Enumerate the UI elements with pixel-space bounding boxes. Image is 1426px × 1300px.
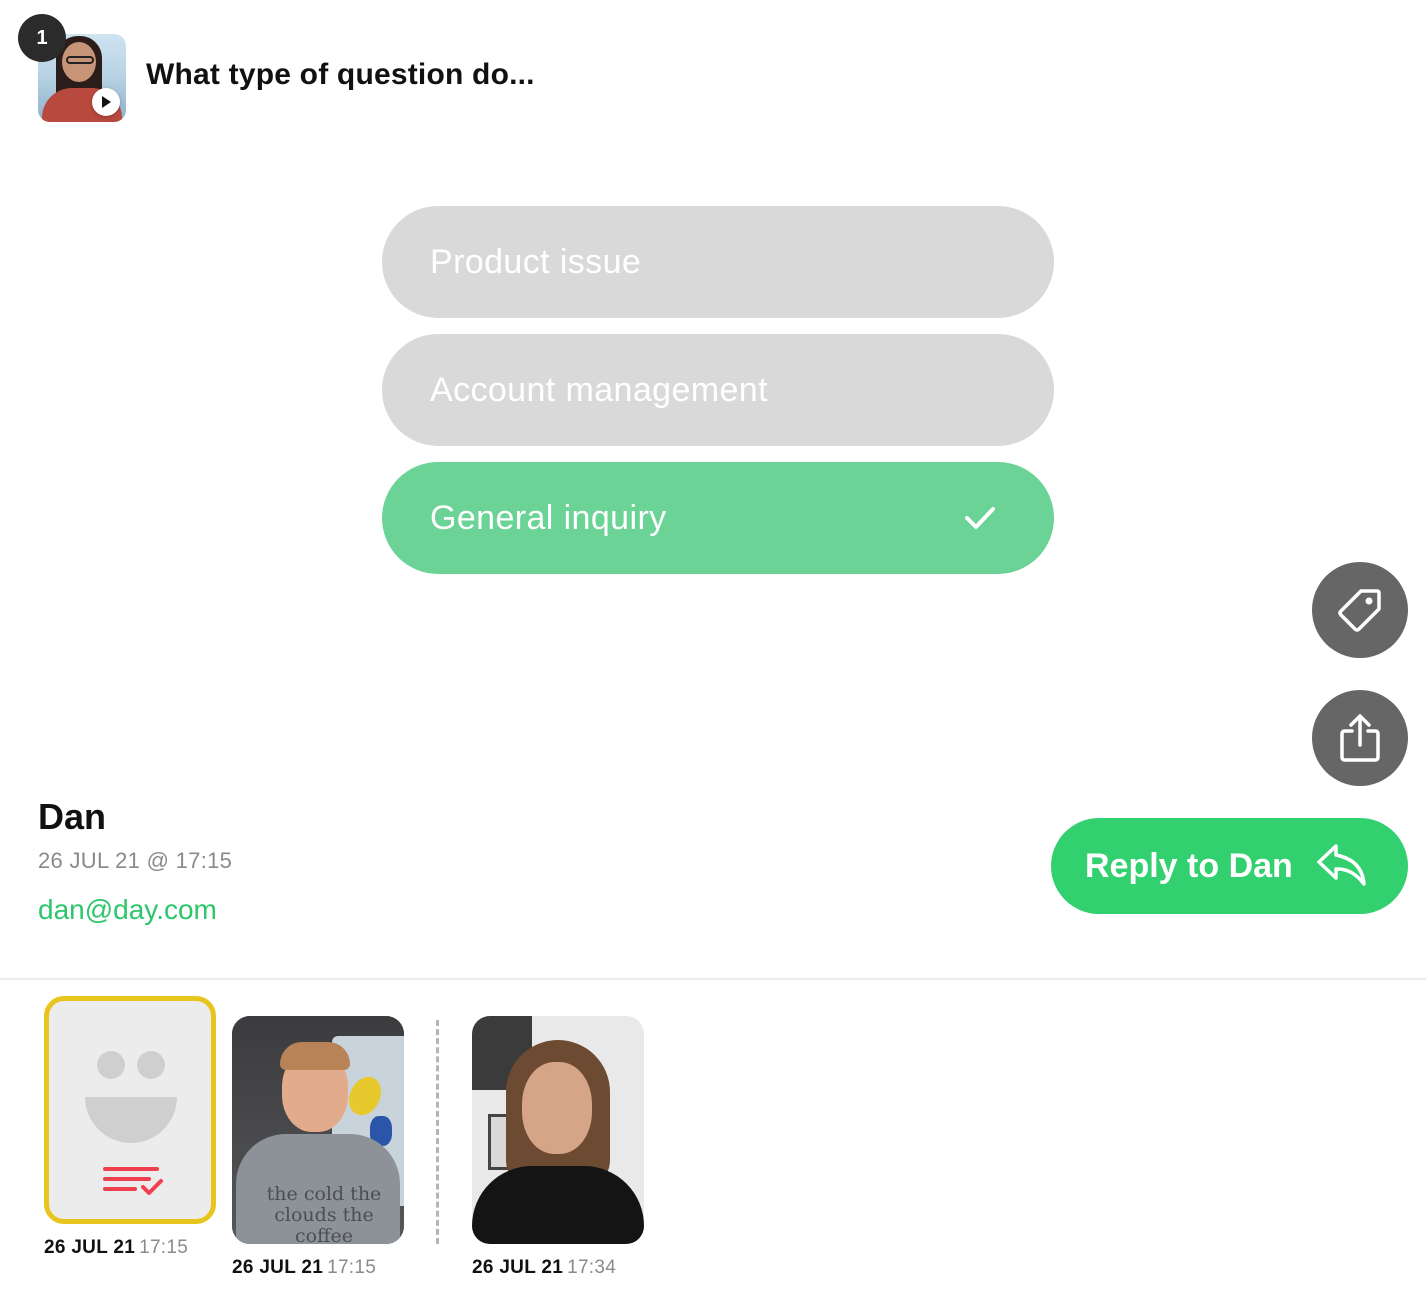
share-icon [1340,714,1380,762]
question-title: What type of question do... [146,58,535,91]
option-label: Product issue [430,242,642,281]
option-general-inquiry[interactable]: General inquiry [382,462,1054,574]
option-product-issue[interactable]: Product issue [382,206,1054,318]
thumbnail-date-day: 26 JUL 21 [472,1257,564,1278]
share-button[interactable] [1312,690,1408,786]
tag-icon [1338,589,1381,632]
presenter-glasses [66,56,94,64]
response-timestamp: 26 JUL 21 @ 17:15 [38,848,233,873]
reply-button-label: Reply to Dan [1085,846,1293,885]
thumbnail-date: 26 JUL 21 17:15 [44,1237,188,1259]
thumbnail-date-time: 17:34 [567,1257,617,1278]
thread-separator [436,1020,439,1244]
responder-email-link[interactable]: dan@day.com [38,894,217,926]
option-label: General inquiry [430,498,667,537]
thumbnail-date-day: 26 JUL 21 [232,1257,324,1278]
response-thumbnail-selected[interactable] [44,996,216,1224]
smiley-eye-right [137,1051,165,1079]
reply-icon [1317,844,1366,886]
response-video-thumbnail[interactable]: the cold the clouds the coffee [232,1016,404,1244]
person-face [522,1062,592,1154]
option-label: Account management [430,370,768,409]
play-icon[interactable] [92,88,120,116]
person-hair [280,1042,350,1070]
thumbnail-date-time: 17:15 [139,1237,189,1258]
thumbnail-date: 26 JUL 21 17:15 [232,1257,376,1279]
smiley-mouth [85,1097,177,1143]
responder-name: Dan [38,796,107,837]
thumbnail-date-time: 17:15 [327,1257,377,1278]
section-divider [0,978,1426,980]
person-body [472,1166,644,1244]
question-number-badge: 1 [18,14,66,62]
list-check-icon [103,1167,163,1195]
tag-button[interactable] [1312,562,1408,658]
response-video-thumbnail[interactable] [472,1016,644,1244]
shirt-text: the cold the clouds the coffee [266,1183,382,1245]
thumbnail-date-day: 26 JUL 21 [44,1237,136,1258]
smiley-eye-left [97,1051,125,1079]
reply-button[interactable]: Reply to Dan [1051,818,1408,914]
option-account-management[interactable]: Account management [382,334,1054,446]
thumbnail-date: 26 JUL 21 17:34 [472,1257,616,1279]
checkmark-icon [965,507,995,529]
